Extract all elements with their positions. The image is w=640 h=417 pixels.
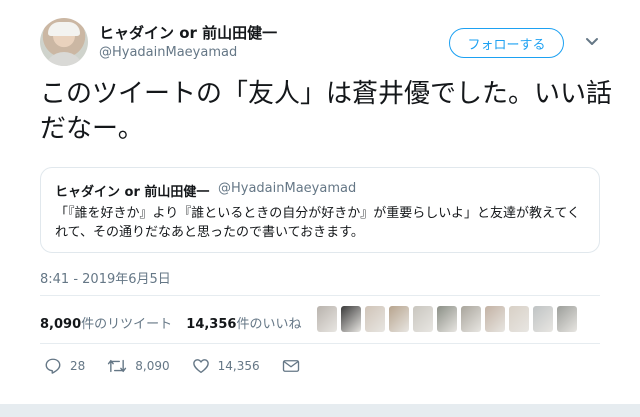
liker-avatar[interactable] xyxy=(437,306,457,332)
liker-avatar[interactable] xyxy=(509,306,529,332)
divider xyxy=(40,343,600,344)
retweet-icon xyxy=(108,359,127,373)
quoted-author-name: ヒャダイン or 前山田健一 xyxy=(55,185,210,200)
tweet-text: このツイートの「友人」は蒼井優でした。いい話だなー。 xyxy=(40,79,613,144)
like-button[interactable]: 14,356 xyxy=(192,357,260,375)
retweet-button[interactable]: 8,090 xyxy=(107,357,170,375)
avatar-shirt-shape xyxy=(44,52,84,66)
liker-avatar[interactable] xyxy=(317,306,337,332)
likes-suffix: 件のいいね xyxy=(236,317,302,332)
liker-avatar[interactable] xyxy=(461,306,481,332)
liker-avatar[interactable] xyxy=(341,306,361,332)
chevron-down-icon[interactable] xyxy=(585,36,599,48)
tweet-timestamp[interactable]: 8:41 - 2019年6月5日 xyxy=(40,268,171,287)
like-stat[interactable]: 14,356件のいいね xyxy=(186,317,301,332)
reply-icon xyxy=(45,358,61,374)
liker-avatars xyxy=(317,306,577,332)
tweet-stats: 8,090件のリツイート 14,356件のいいね xyxy=(40,313,301,332)
liker-avatar[interactable] xyxy=(533,306,553,332)
liker-avatar[interactable] xyxy=(389,306,409,332)
reply-count: 28 xyxy=(70,359,86,373)
likes-count: 14,356 xyxy=(186,317,237,332)
quoted-author-handle: @HyadainMaeyamad xyxy=(218,181,357,196)
avatar-cap-shape xyxy=(48,22,80,36)
mail-icon xyxy=(282,360,299,372)
author-handle[interactable]: @HyadainMaeyamad xyxy=(99,45,237,60)
liker-avatar[interactable] xyxy=(413,306,433,332)
retweet-count: 8,090 xyxy=(135,359,170,373)
divider xyxy=(40,295,600,296)
liker-avatar[interactable] xyxy=(485,306,505,332)
retweet-stat[interactable]: 8,090件のリツイート xyxy=(40,317,172,332)
quoted-tweet-card[interactable]: ヒャダイン or 前山田健一 @HyadainMaeyamad 「『誰を好きか』… xyxy=(40,167,600,253)
tweet-actions: 28 8,090 14,356 xyxy=(44,357,330,375)
like-count: 14,356 xyxy=(217,359,260,373)
footer-band xyxy=(0,404,640,417)
heart-icon xyxy=(192,359,209,374)
follow-button[interactable]: フォローする xyxy=(449,28,564,58)
author-avatar[interactable] xyxy=(40,18,88,66)
retweets-suffix: 件のリツイート xyxy=(81,317,173,332)
author-display-name[interactable]: ヒャダイン or 前山田健一 xyxy=(99,22,277,43)
liker-avatar[interactable] xyxy=(557,306,577,332)
liker-avatar[interactable] xyxy=(365,306,385,332)
reply-button[interactable]: 28 xyxy=(44,357,85,375)
dm-button[interactable] xyxy=(282,358,308,374)
retweets-count: 8,090 xyxy=(40,317,82,332)
quoted-tweet-text: 「『誰を好きか』より『誰といるときの自分が好きか』が重要らしいよ」と友達が教えて… xyxy=(55,206,580,240)
